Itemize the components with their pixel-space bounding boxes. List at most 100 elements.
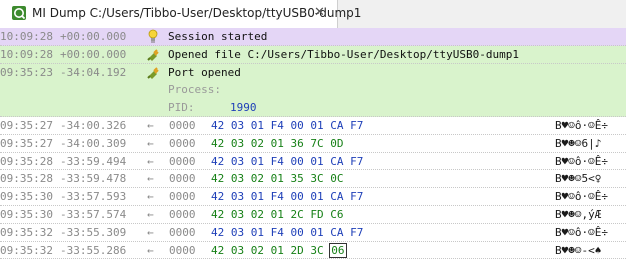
hex-byte[interactable]: 42 [211,208,224,221]
hex-byte[interactable]: CA [330,119,343,132]
hex-byte[interactable]: F4 [271,190,284,203]
ascii-text: B♥☻☺,ýÆ [555,207,602,221]
hex-byte[interactable]: 3C [310,244,323,257]
hex-byte[interactable]: 01 [310,226,323,239]
timestamp: 09:35:30 [0,207,53,221]
hex-byte[interactable]: 42 [211,137,224,150]
time-delta: -34:00.326 [60,118,127,132]
hex-byte[interactable]: 2D [291,244,304,257]
hex-byte[interactable]: 42 [211,155,224,168]
hex-byte[interactable]: 01 [271,172,284,185]
hex-byte[interactable]: 42 [211,190,224,203]
hex-byte[interactable]: 00 [291,226,304,239]
hex-byte[interactable]: 7C [310,137,323,150]
data-row[interactable]: 09:35:30 -33:57.574 ← 0000 42 03 02 01 2C FD… [0,206,626,224]
time-delta: -33:59.478 [60,172,127,186]
hex-byte[interactable]: F4 [271,226,284,239]
hex-byte[interactable]: 01 [310,155,323,168]
hex-byte[interactable]: F7 [350,190,363,203]
time-delta: -33:57.593 [60,190,127,204]
hex-byte[interactable]: 03 [231,208,244,221]
time-delta: -33:59.494 [60,154,127,168]
event-row[interactable]: 10:09:28 +00:00.000 Opened file C:/Users… [0,45,626,64]
data-row[interactable]: 09:35:32 -33:55.286 ← 0000 42 03 02 01 2D 3C… [0,242,626,259]
hex-byte[interactable]: 42 [211,172,224,185]
tab-bar: MI Dump C:/Users/Tibbo-User/Desktop/ttyU… [0,0,626,29]
hex-byte[interactable]: 03 [231,190,244,203]
hex-byte[interactable]: 42 [211,119,224,132]
hex-byte[interactable]: 0D [330,137,343,150]
hex-byte[interactable]: 42 [211,244,224,257]
hex-bytes: 42 03 01 F4 00 01 CA F7 [211,224,363,242]
event-row[interactable]: 09:35:23 -34:04.192 Port opened [0,63,626,82]
timestamp: 09:35:32 [0,243,53,257]
ascii-text: B♥☻☺5<♀ [555,172,602,186]
hex-byte[interactable]: 03 [231,137,244,150]
hex-bytes: 42 03 02 01 36 7C 0D [211,135,344,153]
hex-byte[interactable]: 01 [251,226,264,239]
ascii-text: B♥☺ô·☺Ê÷ [555,154,608,168]
hex-byte[interactable]: 02 [251,172,264,185]
port-detail-pid: PID: 1990 [0,99,626,117]
ascii-text: B♥☺ô·☺Ê÷ [555,190,608,204]
hex-byte[interactable]: F7 [350,119,363,132]
hex-byte[interactable]: CA [330,190,343,203]
data-row[interactable]: 09:35:27 -34:00.326 ← 0000 42 03 01 F4 00 01… [0,117,626,135]
dump-log[interactable]: 10:09:28 +00:00.000 Session started 10:0… [0,28,626,259]
hex-byte[interactable]: F4 [271,119,284,132]
hex-byte[interactable]: 03 [231,226,244,239]
hex-byte[interactable]: 01 [251,155,264,168]
hex-byte[interactable]: 02 [251,244,264,257]
data-row[interactable]: 09:35:28 -33:59.478 ← 0000 42 03 02 01 35 3C… [0,170,626,189]
ascii-text: B♥☺ô·☺Ê÷ [555,225,608,239]
plug-icon [146,64,160,81]
timestamp: 09:35:28 [0,154,53,168]
hex-byte[interactable]: 01 [251,190,264,203]
hex-bytes: 42 03 01 F4 00 01 CA F7 [211,117,363,135]
hex-byte[interactable]: F7 [350,226,363,239]
hex-byte[interactable]: F4 [271,155,284,168]
timestamp: 09:35:27 [0,136,53,150]
hex-byte[interactable]: FD [310,208,323,221]
hex-byte[interactable]: 35 [291,172,304,185]
close-icon[interactable]: ✕ [314,5,325,20]
hex-byte[interactable]: F7 [350,155,363,168]
hex-byte[interactable]: CA [330,226,343,239]
hex-byte[interactable]: 01 [251,119,264,132]
hex-byte[interactable]: CA [330,155,343,168]
hex-byte[interactable]: 03 [231,155,244,168]
offset: 0000 [169,154,196,168]
hex-byte[interactable]: 0C [330,172,343,185]
hex-byte[interactable]: 36 [291,137,304,150]
hex-byte[interactable]: 01 [310,119,323,132]
data-row[interactable]: 09:35:30 -33:57.593 ← 0000 42 03 01 F4 00 01… [0,188,626,206]
hex-byte[interactable]: C6 [330,208,343,221]
hex-byte[interactable]: 01 [271,208,284,221]
hex-byte[interactable]: 2C [291,208,304,221]
hex-byte[interactable]: 03 [231,119,244,132]
hex-byte[interactable]: 3C [310,172,323,185]
hex-byte[interactable]: 00 [291,190,304,203]
time-delta: -33:55.286 [60,243,127,257]
time-delta: +00:00.000 [60,30,127,43]
hex-byte[interactable]: 42 [211,226,224,239]
timestamp: 09:35:32 [0,225,53,239]
hex-bytes: 42 03 01 F4 00 01 CA F7 [211,188,363,206]
offset: 0000 [169,172,196,186]
hex-byte[interactable]: 02 [251,137,264,150]
port-detail-process: Process: [0,81,626,100]
hex-byte[interactable]: 03 [231,172,244,185]
hex-byte[interactable]: 03 [231,244,244,257]
hex-byte[interactable]: 06 [329,242,347,258]
hex-byte[interactable]: 02 [251,208,264,221]
hex-byte[interactable]: 01 [271,244,284,257]
hex-byte[interactable]: 01 [310,190,323,203]
hex-byte[interactable]: 01 [271,137,284,150]
event-row[interactable]: 10:09:28 +00:00.000 Session started [0,28,626,46]
hex-byte[interactable]: 00 [291,155,304,168]
data-row[interactable]: 09:35:27 -34:00.309 ← 0000 42 03 02 01 36 7C… [0,135,626,153]
hex-byte[interactable]: 00 [291,119,304,132]
data-row[interactable]: 09:35:32 -33:55.309 ← 0000 42 03 01 F4 00 01… [0,224,626,242]
tab-mi-dump[interactable]: MI Dump C:/Users/Tibbo-User/Desktop/ttyU… [0,0,361,28]
data-row[interactable]: 09:35:28 -33:59.494 ← 0000 42 03 01 F4 00 01… [0,153,626,171]
